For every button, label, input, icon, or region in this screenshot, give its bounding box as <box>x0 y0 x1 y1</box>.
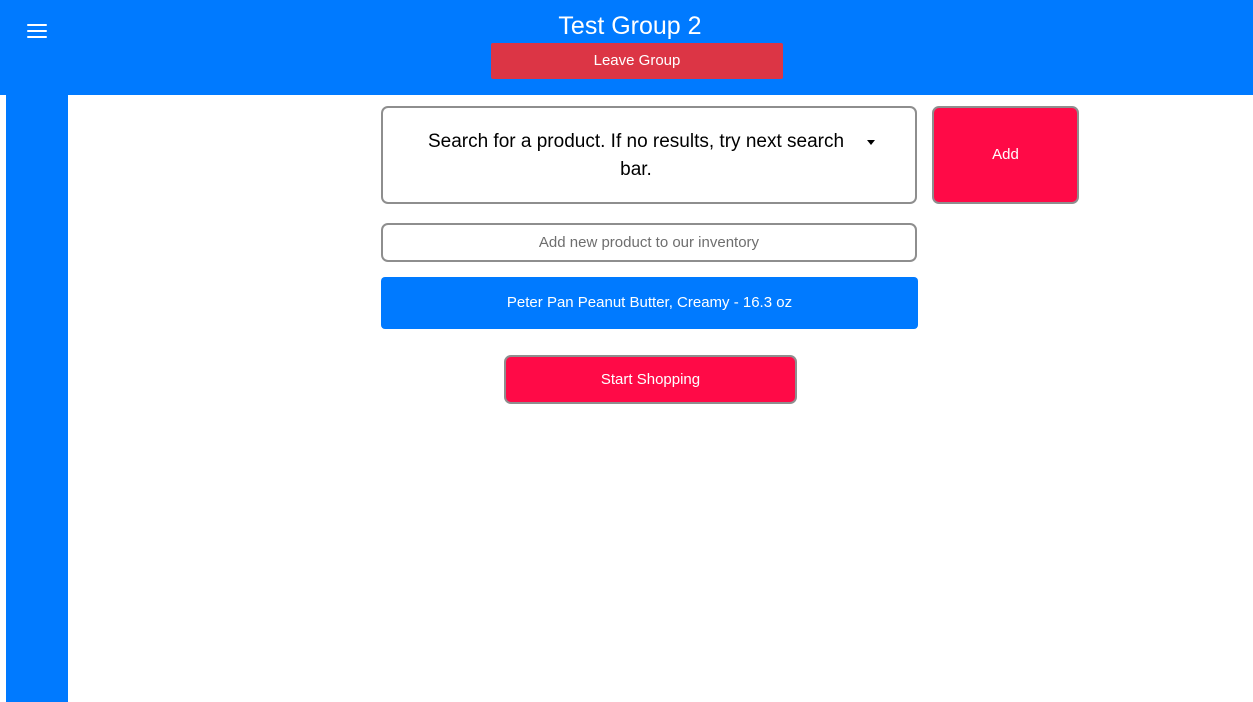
group-title: Test Group 2 <box>558 12 702 40</box>
top-bar: Test Group 2 Leave Group <box>0 0 1253 95</box>
new-product-input[interactable] <box>381 223 917 262</box>
product-search-select[interactable]: Search for a product. If no results, try… <box>381 106 917 204</box>
product-search-text: Search for a product. If no results, try… <box>427 131 845 180</box>
add-button[interactable]: Add <box>932 106 1079 204</box>
start-shopping-button[interactable]: Start Shopping <box>504 355 797 404</box>
left-sidebar-rail <box>6 95 68 702</box>
app: Test Group 2 Leave Group Search for a pr… <box>0 0 1253 702</box>
product-list-item[interactable]: Peter Pan Peanut Butter, Creamy - 16.3 o… <box>381 277 918 329</box>
leave-group-button[interactable]: Leave Group <box>491 43 783 79</box>
caret-down-icon <box>867 140 875 145</box>
